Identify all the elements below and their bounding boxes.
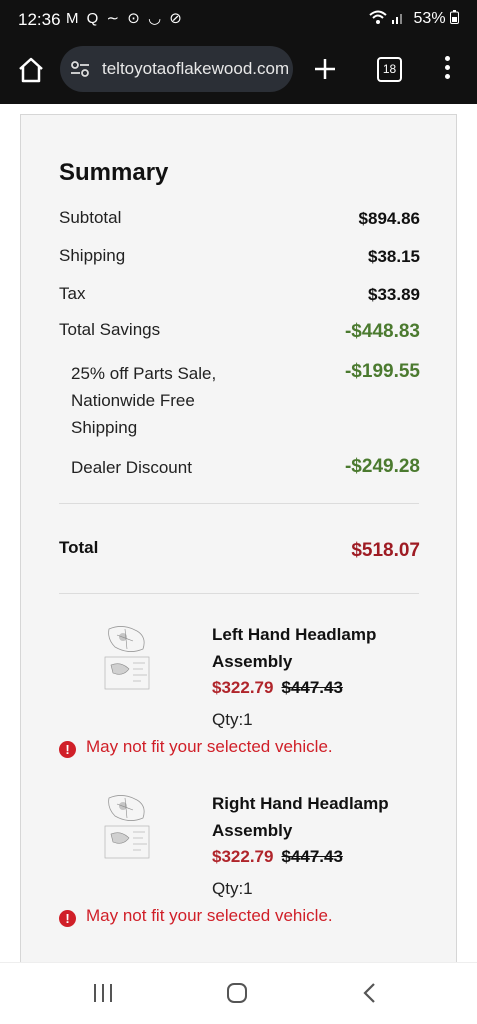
home-icon [19, 57, 43, 83]
item-name[interactable]: Right Hand Headlamp Assembly [212, 790, 412, 844]
item-quantity: Qty:1 [212, 879, 253, 898]
site-settings-icon[interactable] [69, 58, 91, 80]
browser-toolbar: teltoyotaoflakewood.com 18 [0, 40, 477, 104]
recent-apps-icon[interactable] [88, 981, 118, 1005]
signal-bars-icon [392, 14, 403, 24]
home-button[interactable] [16, 55, 46, 85]
original-price: $447.43 [281, 678, 343, 697]
dealer-discount-value: -$249.28 [344, 456, 420, 477]
sale-price: $322.79 [212, 847, 274, 866]
item-name[interactable]: Left Hand Headlamp Assembly [212, 621, 412, 675]
system-navigation-bar [0, 962, 477, 1024]
fitment-warning: ! May not fit your selected vehicle. [59, 737, 333, 758]
total-label: Total [59, 538, 99, 557]
plus-icon [315, 59, 335, 79]
notification-icons: M Q ∼ ⊙ ◡ ⊘ [66, 10, 184, 27]
home-nav-icon[interactable] [222, 981, 252, 1005]
alert-icon: ! [59, 741, 76, 758]
battery-icon [450, 10, 459, 24]
cart-item: Left Hand Headlamp Assembly $322.79 $447.… [21, 621, 456, 781]
fitment-warning: ! May not fit your selected vehicle. [59, 906, 333, 927]
wifi-icon [368, 10, 387, 24]
total-savings-label: Total Savings [59, 320, 161, 339]
url-text[interactable]: teltoyotaoflakewood.com [102, 59, 288, 79]
alert-icon: ! [59, 910, 76, 927]
warning-text: May not fit your selected vehicle. [86, 737, 333, 756]
new-tab-button[interactable] [310, 52, 340, 86]
battery-percent: 53% [413, 10, 446, 27]
divider [59, 503, 419, 504]
status-time: 12:36 [18, 10, 61, 29]
total-value: $518.07 [351, 540, 420, 561]
warning-text: May not fit your selected vehicle. [86, 906, 333, 925]
summary-title: Summary [59, 159, 169, 186]
item-price: $322.79 $447.43 [212, 847, 343, 867]
total-savings-value: -$448.83 [344, 321, 420, 342]
original-price: $447.43 [281, 847, 343, 866]
part-diagram-thumbnail[interactable] [103, 621, 155, 693]
back-icon[interactable] [355, 981, 385, 1005]
address-bar[interactable]: teltoyotaoflakewood.com [60, 46, 293, 92]
status-right: 53% [368, 10, 459, 28]
parts-sale-discount-label: 25% off Parts Sale, Nationwide Free Ship… [71, 364, 217, 437]
tax-label: Tax [59, 284, 86, 303]
parts-sale-discount-value: -$199.55 [344, 361, 420, 382]
subtotal-label: Subtotal [59, 208, 122, 227]
subtotal-value: $894.86 [358, 209, 420, 228]
divider [59, 593, 419, 594]
tax-value: $33.89 [368, 285, 420, 304]
cart-item: Right Hand Headlamp Assembly $322.79 $447… [21, 790, 456, 950]
shipping-label: Shipping [59, 246, 126, 265]
item-quantity: Qty:1 [212, 710, 253, 729]
part-diagram-thumbnail[interactable] [103, 790, 155, 862]
dealer-discount-label: Dealer Discount [71, 458, 192, 477]
order-summary-card: Summary Subtotal $894.86 Shipping $38.15… [20, 114, 457, 995]
sale-price: $322.79 [212, 678, 274, 697]
tab-switcher-button[interactable]: 18 [377, 57, 402, 82]
shipping-value: $38.15 [368, 247, 420, 266]
item-price: $322.79 $447.43 [212, 678, 343, 698]
overflow-menu-icon[interactable] [437, 56, 457, 82]
status-bar: 12:36 M Q ∼ ⊙ ◡ ⊘ 53% [0, 0, 477, 40]
